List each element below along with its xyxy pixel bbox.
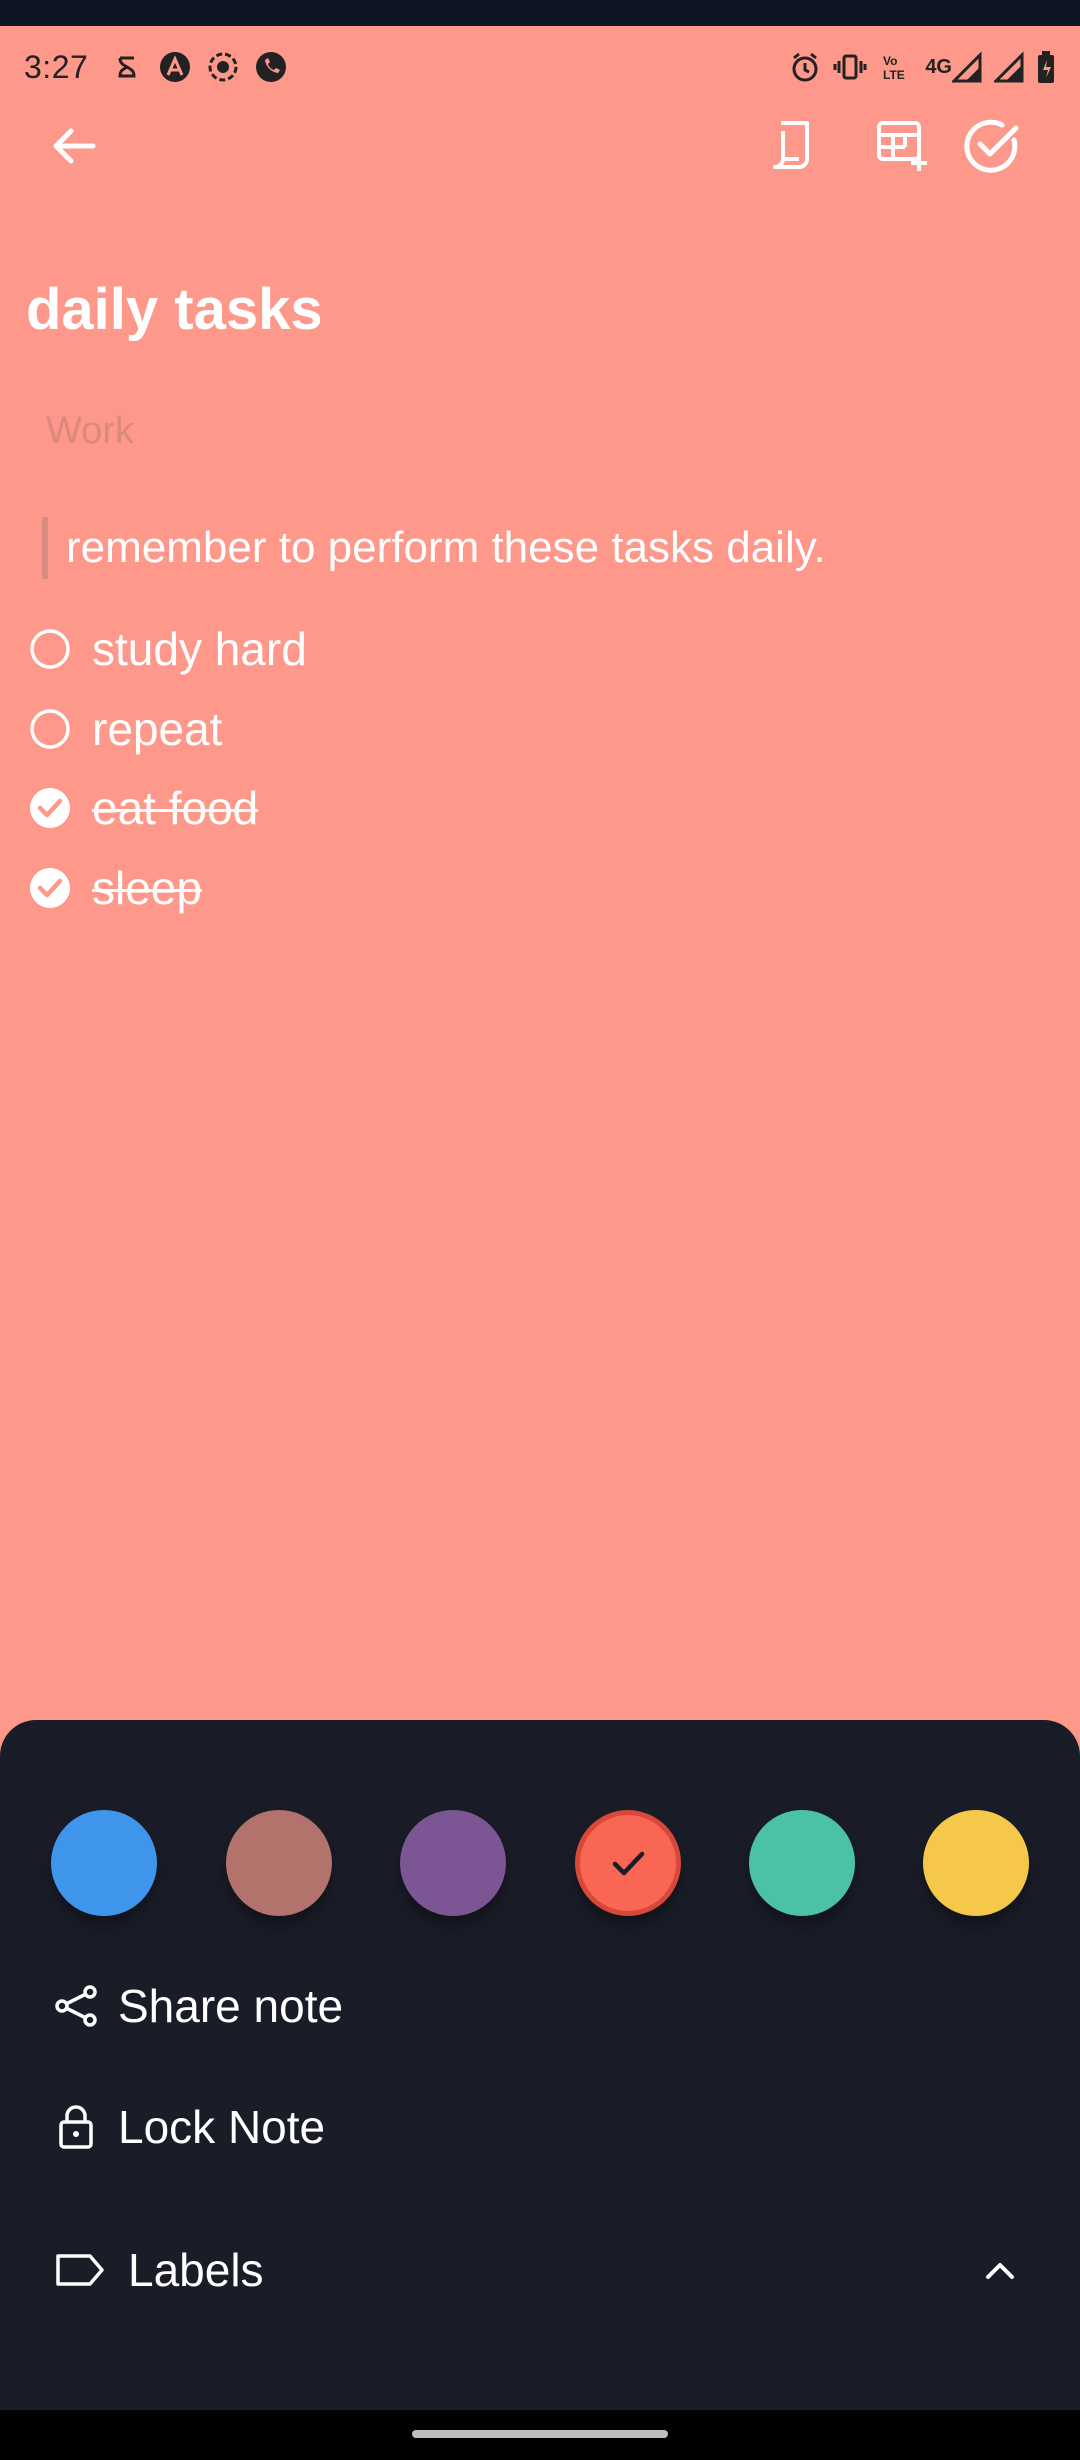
color-swatch-green[interactable] [749,1810,855,1916]
svg-text:LTE: LTE [883,68,905,82]
checkmark-icon [612,1851,645,1876]
task-text[interactable]: repeat [92,702,222,756]
color-swatch-blue[interactable] [51,1810,157,1916]
task-item: sleep [28,858,202,918]
signal-icon [994,50,1024,84]
task-text[interactable]: study hard [92,622,307,676]
screen-record-icon [206,50,240,84]
volte-icon: Vo LTE [879,50,913,84]
task-text[interactable]: eat food [92,781,258,835]
scroll-note-icon [773,121,809,169]
table-add-icon [877,121,927,171]
navigation-bar [0,2410,1080,2460]
back-button[interactable] [36,108,112,184]
ring-notification-icon [110,50,144,84]
quote-text: remember to perform these tasks daily. [66,523,826,572]
note-title[interactable]: daily tasks [26,276,323,343]
insert-table-button[interactable] [866,108,942,184]
share-note-button[interactable]: Share note [54,1970,343,2042]
phone-call-icon [254,50,288,84]
battery-icon [1036,50,1056,84]
share-icon [54,1984,98,2028]
status-bar: 3:27 Vo LTE 4G [0,26,1080,108]
signal-4g-icon: 4G [925,50,982,84]
note-label[interactable]: Work [46,410,134,453]
color-swatch-brown[interactable] [226,1810,332,1916]
toggle-checklist-button[interactable] [954,108,1030,184]
quote-bar [42,517,48,579]
svg-text:Vo: Vo [883,54,897,68]
reading-mode-button[interactable] [754,108,830,184]
color-swatch-red[interactable] [575,1810,681,1916]
task-text[interactable]: sleep [92,861,202,915]
quote-block[interactable]: remember to perform these tasks daily. [42,516,826,580]
task-item: eat food [28,778,258,838]
color-swatch-purple[interactable] [400,1810,506,1916]
checked-circle-icon[interactable] [28,866,72,910]
lock-note-label: Lock Note [118,2101,326,2153]
check-circle-icon [964,119,1019,173]
arrow-left-icon [53,128,96,164]
alarm-icon [789,50,821,84]
toolbar [0,108,1080,184]
home-gesture-handle[interactable] [412,2430,668,2438]
arch-app-icon [158,50,192,84]
vibrate-icon [833,50,867,84]
unchecked-circle-icon[interactable] [28,707,72,751]
bottom-sheet [0,1720,1080,2410]
top-strip [0,0,1080,26]
task-item: repeat [28,699,222,759]
share-note-label: Share note [118,1980,344,2032]
status-time: 3:27 [24,48,89,85]
labels-button[interactable]: Labels [54,2234,264,2306]
unchecked-circle-icon[interactable] [28,627,72,671]
lock-note-button[interactable]: Lock Note [54,2091,325,2163]
color-swatch-yellow[interactable] [923,1810,1029,1916]
chevron-up-icon[interactable] [976,2246,1024,2294]
lock-icon [54,2105,98,2149]
network-type: 4G [925,55,952,78]
labels-label: Labels [128,2244,264,2296]
label-tag-icon [54,2248,106,2292]
task-item: study hard [28,619,307,679]
checked-circle-icon[interactable] [28,786,72,830]
